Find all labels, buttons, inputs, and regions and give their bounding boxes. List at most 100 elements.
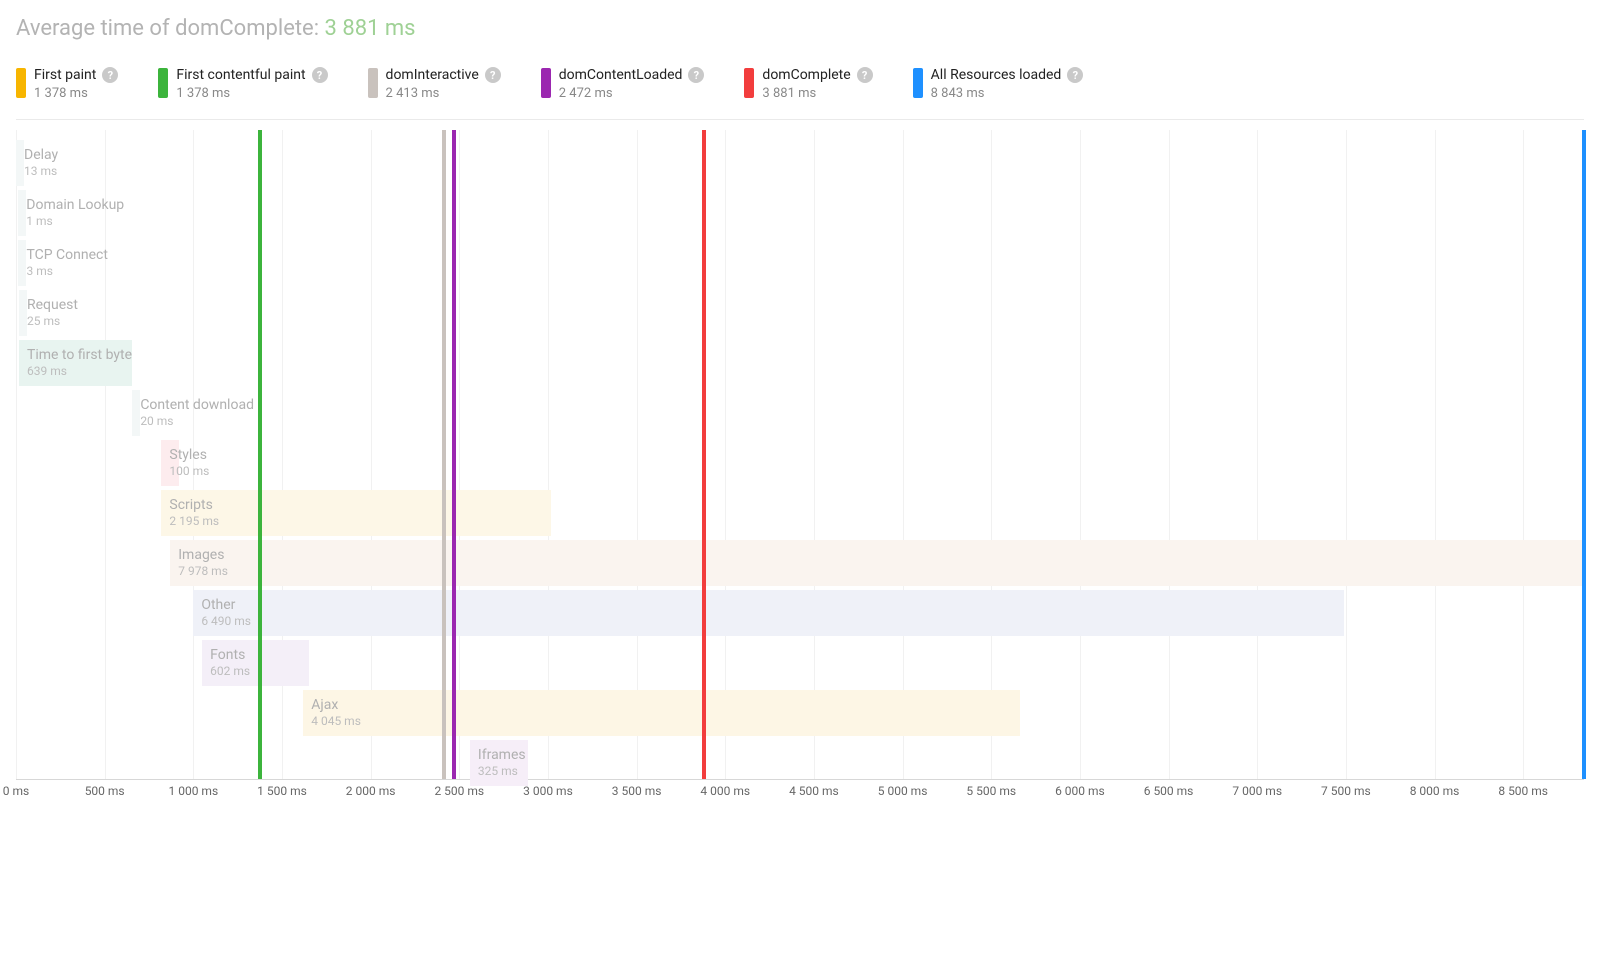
- gridline: [903, 130, 904, 779]
- waterfall-chart: Delay13 ms Domain Lookup1 ms TCP Connect3 …: [16, 130, 1584, 808]
- legend-time: 2 472 ms: [559, 86, 705, 101]
- gridline: [814, 130, 815, 779]
- help-icon[interactable]: ?: [102, 67, 118, 83]
- waterfall-bar[interactable]: Other 6 490 ms: [193, 590, 1344, 636]
- legend-swatch: [16, 68, 26, 98]
- gridline: [371, 130, 372, 779]
- help-icon[interactable]: ?: [688, 67, 704, 83]
- waterfall-bar[interactable]: Images 7 978 ms: [170, 540, 1585, 586]
- marker-line: [258, 130, 262, 779]
- waterfall-bar[interactable]: Fonts602 ms: [202, 640, 309, 686]
- legend-label: domComplete?: [762, 67, 872, 84]
- legend-item: First contentful paint? 1 378 ms: [158, 67, 327, 101]
- x-axis: 0 ms500 ms1 000 ms1 500 ms2 000 ms2 500 …: [16, 784, 1584, 808]
- legend-item: domComplete? 3 881 ms: [744, 67, 872, 101]
- waterfall-bar[interactable]: Domain Lookup1 ms: [18, 190, 26, 236]
- legend-time: 8 843 ms: [931, 86, 1084, 101]
- axis-tick: 0 ms: [3, 784, 29, 798]
- axis-tick: 8 500 ms: [1498, 784, 1548, 798]
- axis-tick: 8 000 ms: [1410, 784, 1460, 798]
- waterfall-bar[interactable]: Ajax4 045 ms: [303, 690, 1020, 736]
- axis-tick: 5 000 ms: [878, 784, 928, 798]
- waterfall-bar[interactable]: Time to first byte 639 ms: [19, 340, 132, 386]
- marker-line: [452, 130, 456, 779]
- gridline: [1346, 130, 1347, 779]
- legend-item: All Resources loaded? 8 843 ms: [913, 67, 1084, 101]
- legend-item: First paint? 1 378 ms: [16, 67, 118, 101]
- bar-duration: 639 ms: [27, 365, 132, 378]
- gridline: [16, 130, 17, 779]
- title-prefix: Average time of domComplete:: [16, 16, 325, 41]
- axis-tick: 6 500 ms: [1144, 784, 1194, 798]
- gridline: [1169, 130, 1170, 779]
- gridline: [1435, 130, 1436, 779]
- legend-swatch: [368, 68, 378, 98]
- legend-label: domContentLoaded?: [559, 67, 705, 84]
- waterfall-bar[interactable]: Delay13 ms: [16, 140, 24, 186]
- axis-tick: 4 000 ms: [700, 784, 750, 798]
- waterfall-bar[interactable]: Styles 100 ms: [161, 440, 179, 486]
- waterfall-bar[interactable]: Iframes 325 ms: [470, 740, 528, 786]
- axis-tick: 1 500 ms: [257, 784, 307, 798]
- help-icon[interactable]: ?: [857, 67, 873, 83]
- waterfall-bar[interactable]: Request25 ms: [19, 290, 27, 336]
- axis-tick: 500 ms: [85, 784, 125, 798]
- gridline: [459, 130, 460, 779]
- axis-tick: 3 000 ms: [523, 784, 573, 798]
- legend-label: First contentful paint?: [176, 67, 327, 84]
- marker-line: [442, 130, 446, 779]
- marker-line: [702, 130, 706, 779]
- bar-name: Other: [201, 598, 1344, 613]
- legend-label: domInteractive?: [386, 67, 501, 84]
- gridline: [1080, 130, 1081, 779]
- bar-duration: 4 045 ms: [311, 715, 1020, 728]
- gridline: [991, 130, 992, 779]
- gridline: [548, 130, 549, 779]
- bar-name: Images: [178, 548, 1585, 563]
- gridline: [725, 130, 726, 779]
- axis-tick: 7 000 ms: [1232, 784, 1282, 798]
- axis-tick: 7 500 ms: [1321, 784, 1371, 798]
- axis-tick: 3 500 ms: [612, 784, 662, 798]
- gridline: [1257, 130, 1258, 779]
- axis-tick: 4 500 ms: [789, 784, 839, 798]
- gridline: [1523, 130, 1524, 779]
- bar-name: Iframes: [478, 748, 528, 763]
- bar-name: Time to first byte: [27, 348, 132, 363]
- axis-tick: 5 500 ms: [966, 784, 1016, 798]
- legend-time: 2 413 ms: [386, 86, 501, 101]
- title-value: 3 881 ms: [325, 16, 416, 41]
- axis-tick: 6 000 ms: [1055, 784, 1105, 798]
- legend-swatch: [158, 68, 168, 98]
- legend: First paint?1 378 msFirst contentful pai…: [16, 67, 1584, 120]
- legend-label: All Resources loaded?: [931, 67, 1084, 84]
- bar-duration: 2 195 ms: [169, 515, 550, 528]
- legend-swatch: [744, 68, 754, 98]
- help-icon[interactable]: ?: [312, 67, 328, 83]
- help-icon[interactable]: ?: [1067, 67, 1083, 83]
- legend-item: domInteractive? 2 413 ms: [368, 67, 501, 101]
- axis-tick: 2 000 ms: [346, 784, 396, 798]
- gridline: [637, 130, 638, 779]
- waterfall-bar[interactable]: Content download20 ms: [132, 390, 140, 436]
- waterfall-bar[interactable]: Scripts 2 195 ms: [161, 490, 550, 536]
- waterfall-bar[interactable]: TCP Connect3 ms: [18, 240, 26, 286]
- bar-duration: 7 978 ms: [178, 565, 1585, 578]
- legend-label: First paint?: [34, 67, 118, 84]
- legend-swatch: [541, 68, 551, 98]
- legend-time: 1 378 ms: [176, 86, 327, 101]
- bar-duration: 325 ms: [478, 765, 528, 778]
- bar-name: Scripts: [169, 498, 550, 513]
- bar-duration: 100 ms: [169, 465, 179, 478]
- bar-name: Styles: [169, 448, 179, 463]
- legend-time: 3 881 ms: [762, 86, 872, 101]
- legend-time: 1 378 ms: [34, 86, 118, 101]
- bar-duration: 6 490 ms: [201, 615, 1344, 628]
- marker-line: [1582, 130, 1586, 779]
- axis-tick: 2 500 ms: [434, 784, 484, 798]
- help-icon[interactable]: ?: [485, 67, 501, 83]
- legend-item: domContentLoaded? 2 472 ms: [541, 67, 705, 101]
- legend-swatch: [913, 68, 923, 98]
- gridline: [105, 130, 106, 779]
- axis-tick: 1 000 ms: [168, 784, 218, 798]
